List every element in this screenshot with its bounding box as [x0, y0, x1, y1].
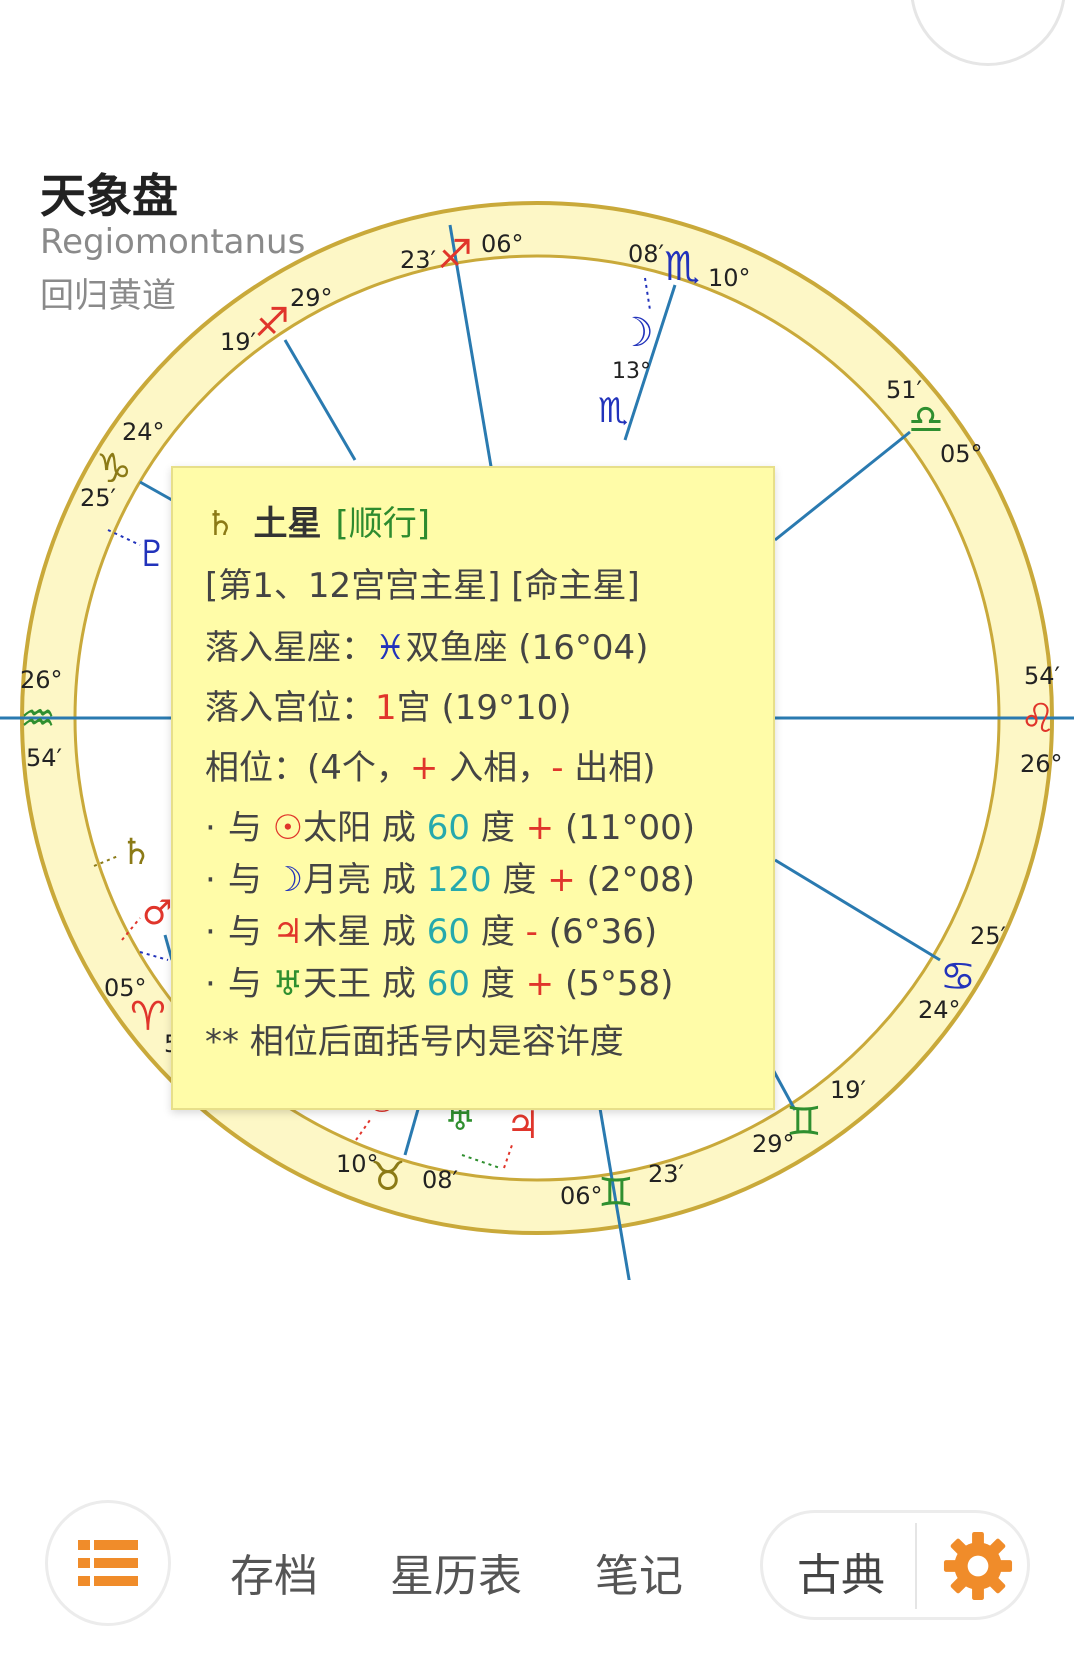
cusp-minute: 25′: [80, 484, 116, 512]
popup-title-row: ♄ 土星 [顺行]: [205, 496, 430, 545]
aspect-row: · 与 ☉太阳 成 60 度 + (11°00): [205, 808, 695, 848]
moon-degree: 13°: [612, 359, 651, 384]
saturn-icon: ♄: [120, 832, 152, 873]
cusp-degree: 24°: [918, 996, 961, 1024]
house-row: 落入宫位：1宫 (19°10): [205, 680, 572, 729]
classic-button[interactable]: 古典: [797, 1539, 885, 1603]
cusp-degree: 05°: [104, 974, 147, 1002]
aspect-row: · 与 ♃木星 成 60 度 - (6°36): [205, 912, 658, 952]
sun-icon: ☉: [272, 808, 304, 848]
house-degree: (19°10): [441, 688, 572, 728]
cusp-minute: 25′: [970, 922, 1006, 950]
cusp-degree: 29°: [752, 1130, 795, 1158]
gear-icon[interactable]: [941, 1529, 1015, 1603]
pill-divider: [915, 1523, 917, 1609]
sagittarius-icon: ♐: [437, 232, 473, 278]
sign-degree: (16°04): [518, 628, 649, 668]
aspect-sign: -: [525, 912, 538, 952]
house-number: 1: [375, 688, 397, 728]
cusp-degree: 06°: [560, 1182, 603, 1210]
aspect-angle: 60: [426, 808, 470, 848]
aspect-sign: +: [547, 860, 576, 900]
cusp-degree: 24°: [122, 418, 165, 446]
cusp-degree: 29°: [290, 284, 333, 312]
cusp-minute: 51′: [886, 376, 922, 404]
cusp-minute: 23′: [400, 246, 436, 274]
sign-name: 双鱼座: [405, 628, 508, 668]
planet-info-popup[interactable]: ♄ 土星 [顺行] [第1、12宫宫主星] [命主星] 落入星座：♓双鱼座 (16°…: [171, 466, 775, 1110]
cusp-minute: 54′: [26, 744, 62, 772]
leo-icon: ♌: [1020, 696, 1056, 742]
aspect-angle: 60: [426, 912, 470, 952]
gemini-icon: ♊: [598, 1170, 634, 1216]
separating-text: 出相): [563, 748, 656, 788]
pisces-icon: ♓: [375, 628, 406, 668]
aspect-angle: 60: [426, 964, 470, 1004]
tab-archive[interactable]: 存档: [230, 1540, 318, 1604]
motion-status: [顺行]: [335, 504, 431, 544]
aspect-orb: (11°00): [564, 808, 695, 848]
classic-settings-pill: 古典: [760, 1510, 1030, 1620]
scorpio-icon: ♏: [598, 391, 628, 431]
cusp-minute: 08′: [628, 240, 664, 268]
cusp-minute: 19′: [220, 328, 256, 356]
tab-ephemeris[interactable]: 星历表: [390, 1540, 522, 1604]
cusp-degree: 06°: [481, 230, 524, 258]
cusp-minute: 23′: [648, 1160, 684, 1188]
mars-icon: ♂: [142, 893, 172, 933]
orb-footnote: ** 相位后面括号内是容许度: [205, 1022, 624, 1062]
tab-notes[interactable]: 笔记: [595, 1540, 683, 1604]
top-action-button[interactable]: [910, 0, 1066, 66]
aspect-row: · 与 ♅天王 成 60 度 + (5°58): [205, 964, 674, 1004]
aspect-sign: +: [525, 964, 555, 1004]
menu-button[interactable]: [45, 1500, 171, 1626]
planet-name: 土星: [253, 504, 322, 544]
moon-icon: ☽: [272, 860, 304, 900]
aspects-label: 相位：(4个，: [205, 748, 410, 788]
house-label: 落入宫位：: [205, 688, 375, 728]
cusp-degree: 26°: [1020, 750, 1063, 778]
applying-symbol: +: [409, 748, 439, 788]
cusp-degree: 10°: [708, 264, 751, 292]
rulership-text: [第1、12宫宫主星] [命主星]: [205, 566, 640, 606]
sign-row: 落入星座：♓双鱼座 (16°04): [205, 620, 648, 669]
sagittarius-icon: ♐: [254, 300, 290, 346]
aspect-orb: (5°58): [564, 964, 674, 1004]
scorpio-icon: ♏: [664, 244, 700, 290]
cusp-minute: 08′: [422, 1166, 458, 1194]
aspect-sign: +: [525, 808, 555, 848]
cusp-degree: 05°: [940, 440, 983, 468]
aspect-angle: 120: [426, 860, 492, 900]
house-suffix: 宫: [396, 688, 431, 728]
aspect-orb: (2°08): [586, 860, 696, 900]
saturn-icon: ♄: [205, 504, 236, 544]
moon-icon: ☽: [618, 310, 654, 356]
cusp-degree: 26°: [20, 666, 63, 694]
aspects-header: 相位：(4个，+ 入相，- 出相): [205, 740, 656, 789]
cusp-degree: 10°: [336, 1150, 379, 1178]
list-icon: [78, 1540, 138, 1586]
cusp-minute: 54′: [1024, 662, 1060, 690]
uranus-icon: ♅: [272, 964, 304, 1004]
aspect-row: · 与 ☽月亮 成 120 度 + (2°08): [205, 860, 696, 900]
jupiter-icon: ♃: [272, 912, 304, 952]
pluto-icon: ♇: [136, 534, 168, 575]
cancer-icon: ♋: [940, 954, 976, 1000]
separating-symbol: -: [551, 748, 564, 788]
cusp-minute: 19′: [830, 1076, 866, 1104]
aquarius-icon: ♒: [20, 696, 56, 742]
sign-label: 落入星座：: [205, 628, 375, 668]
applying-text: 入相，: [438, 748, 552, 788]
aspect-orb: (6°36): [548, 912, 658, 952]
